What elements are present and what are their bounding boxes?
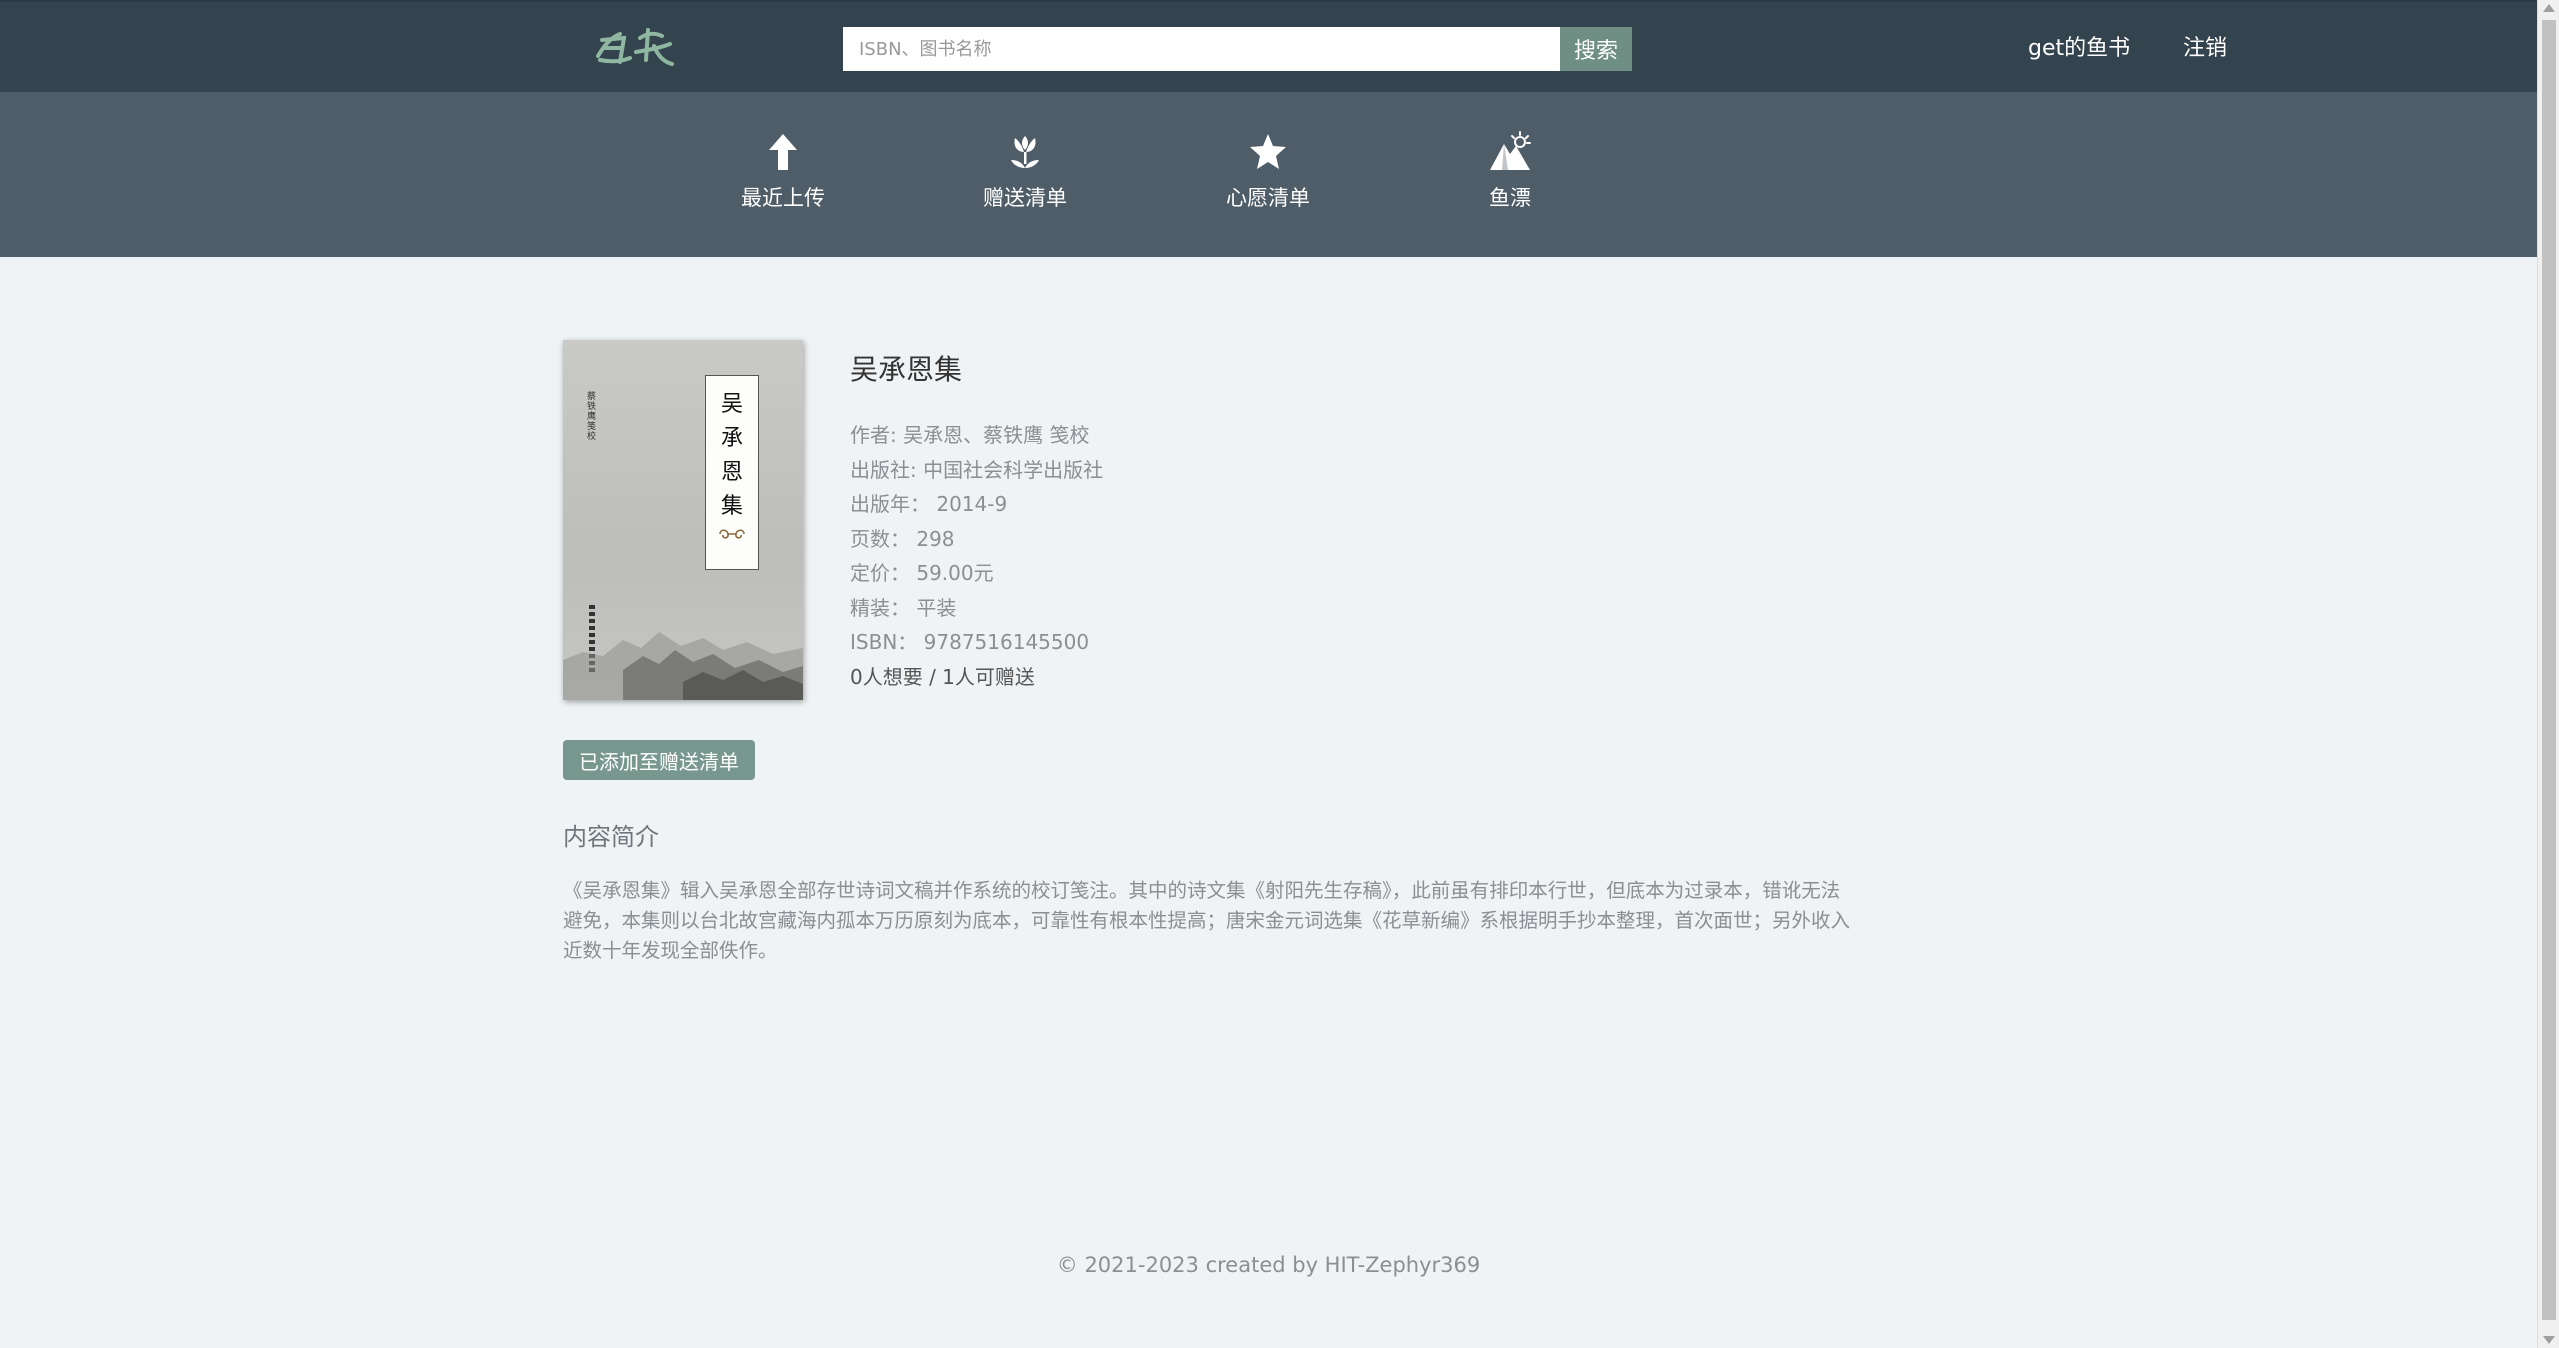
cover-title-char: 承	[720, 426, 743, 451]
intro-heading: 内容简介	[563, 823, 659, 851]
search-button[interactable]: 搜索	[1560, 27, 1632, 71]
info-row-isbn: ISBN： 9787516145500	[850, 625, 1103, 660]
mountain-sun-icon	[1490, 131, 1531, 170]
search-input[interactable]	[843, 27, 1560, 71]
cover-title-char: 恩	[720, 460, 743, 485]
info-key: 精装：	[850, 595, 917, 620]
scroll-down-arrow-icon[interactable]	[2543, 1336, 2555, 1344]
main-nav: 最近上传 赠送清单 心愿清单 鱼漂	[0, 92, 2537, 257]
info-row-pages: 页数： 298	[850, 522, 1103, 557]
info-key: ISBN：	[850, 630, 924, 654]
info-value: 298	[916, 526, 955, 551]
nav-item-recent-uploads[interactable]: 最近上传	[703, 130, 863, 240]
info-value: 中国社会科学出版社	[923, 457, 1104, 482]
tulip-icon	[1011, 136, 1039, 168]
scroll-up-arrow-icon[interactable]	[2543, 4, 2555, 12]
nav-label: 最近上传	[741, 186, 825, 210]
info-row-publisher: 出版社: 中国社会科学出版社	[850, 453, 1103, 488]
cover-title-char: 吴	[720, 392, 743, 417]
want-give-count: 0人想要 / 1人可赠送	[850, 664, 1035, 689]
info-value: 吴承恩、蔡铁鹰 笺校	[903, 423, 1090, 447]
info-row-price: 定价： 59.00元	[850, 556, 1103, 591]
book-title: 吴承恩集	[850, 353, 963, 386]
info-value: 平装	[916, 595, 957, 620]
info-key: 出版社:	[850, 457, 924, 482]
page-scrollbar[interactable]	[2537, 0, 2559, 1348]
cover-editor-text: 蔡铁鹰 笺校	[587, 392, 597, 442]
cover-seal-icon	[719, 529, 745, 539]
user-name-link[interactable]: get的鱼书	[2028, 34, 2130, 64]
info-key: 作者:	[850, 423, 904, 447]
nav-label: 鱼漂	[1489, 186, 1531, 210]
nav-item-wish-list[interactable]: 心愿清单	[1188, 130, 1348, 240]
scroll-thumb[interactable]	[2542, 20, 2556, 1320]
upload-arrow-icon	[769, 134, 797, 170]
footer-copyright: © 2021-2023 created by HIT-Zephyr369	[1056, 1253, 1481, 1277]
info-value: 9787516145500	[923, 630, 1090, 654]
cover-mountains-illustration	[563, 632, 803, 700]
logout-link[interactable]: 注销	[2183, 34, 2227, 64]
nav-item-gift-list[interactable]: 赠送清单	[945, 130, 1105, 240]
star-icon	[1250, 134, 1286, 169]
book-info-list: 作者: 吴承恩、蔡铁鹰 笺校 出版社: 中国社会科学出版社 出版年： 2014-…	[850, 418, 1103, 694]
info-row-binding: 精装： 平装	[850, 591, 1103, 626]
info-value: 2014-9	[936, 492, 1008, 516]
info-value: 59.00元	[916, 561, 994, 585]
nav-label: 心愿清单	[1226, 186, 1310, 210]
intro-text: 《吴承恩集》辑入吴承恩全部存世诗词文稿并作系统的校订笺注。其中的诗文集《射阳先生…	[563, 879, 1851, 962]
nav-item-float[interactable]: 鱼漂	[1430, 130, 1590, 240]
nav-label: 赠送清单	[983, 186, 1067, 210]
info-key: 定价：	[850, 561, 917, 585]
cover-title-label: 吴 承 恩 集	[705, 375, 759, 570]
info-row-pubdate: 出版年： 2014-9	[850, 487, 1103, 522]
book-cover: 蔡铁鹰 笺校 吴 承 恩 集	[563, 340, 803, 700]
top-header: 搜索 get的鱼书 注销	[0, 0, 2537, 92]
info-key: 页数：	[850, 526, 917, 551]
info-key: 出版年：	[850, 492, 937, 516]
cover-title-char: 集	[720, 494, 743, 519]
info-row-author: 作者: 吴承恩、蔡铁鹰 笺校	[850, 418, 1103, 453]
added-to-gift-list-button[interactable]: 已添加至赠送清单	[563, 740, 755, 780]
logo-icon[interactable]	[590, 16, 680, 78]
